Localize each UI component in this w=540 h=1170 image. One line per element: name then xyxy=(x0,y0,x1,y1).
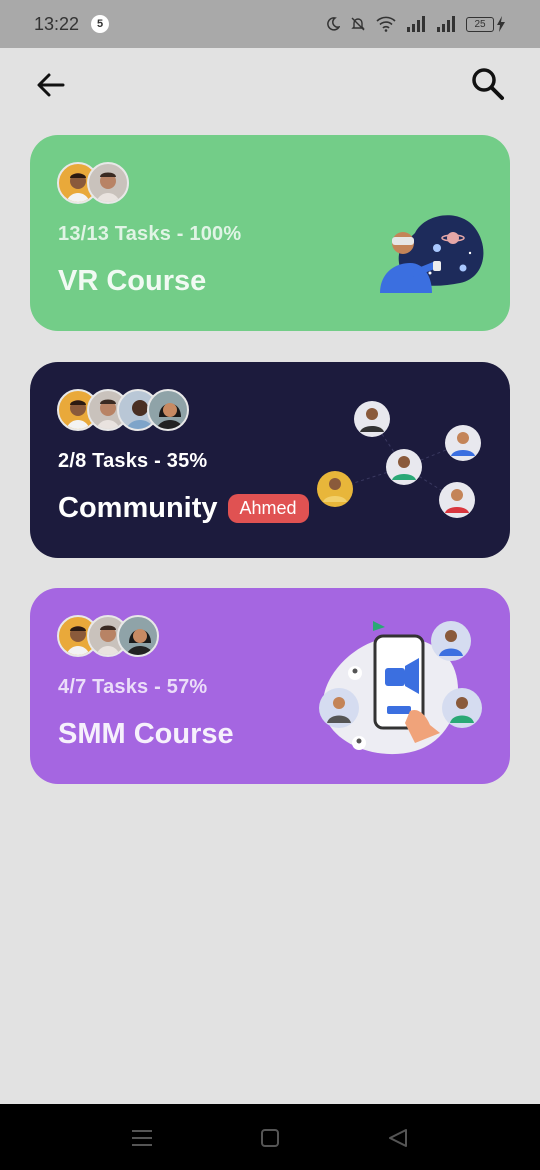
charging-icon xyxy=(497,16,505,32)
status-time: 13:22 xyxy=(34,13,80,34)
search-icon xyxy=(472,68,504,100)
battery-level: 25 xyxy=(466,16,494,32)
avatar xyxy=(87,162,129,204)
battery-indicator: 25 xyxy=(466,16,506,32)
home-button[interactable] xyxy=(258,1126,282,1150)
square-icon xyxy=(261,1129,279,1147)
vr-illustration xyxy=(380,215,484,293)
title-row: VR Course xyxy=(58,265,206,298)
avatar xyxy=(147,389,189,431)
back-nav-button[interactable] xyxy=(386,1126,410,1150)
triangle-back-icon xyxy=(389,1129,407,1147)
course-card-vr[interactable]: 13/13 Tasks - 100% VR Course xyxy=(30,135,510,331)
menu-icon xyxy=(132,1130,152,1146)
member-avatars xyxy=(57,389,189,431)
recent-apps-button[interactable] xyxy=(130,1126,154,1150)
system-navigation-bar xyxy=(0,1104,540,1170)
member-avatars xyxy=(57,615,159,657)
course-card-smm[interactable]: 4/7 Tasks - 57% SMM Course xyxy=(30,588,510,784)
member-avatars xyxy=(57,162,129,204)
task-progress: 2/8 Tasks - 35% xyxy=(58,450,208,472)
task-progress: 4/7 Tasks - 57% xyxy=(58,676,208,698)
notification-count-badge: 5 xyxy=(91,15,110,33)
status-right: 25 xyxy=(326,16,506,32)
course-title: Community xyxy=(58,492,218,524)
search-button[interactable] xyxy=(470,66,506,102)
course-title: SMM Course xyxy=(58,718,234,750)
title-row: SMM Course xyxy=(58,718,234,751)
community-network-illustration xyxy=(317,401,481,518)
arrow-left-icon xyxy=(37,73,65,97)
course-card-community[interactable]: 2/8 Tasks - 35% Community Ahmed xyxy=(30,362,510,558)
back-button[interactable] xyxy=(34,68,68,102)
status-bar: 13:22 5 25 xyxy=(0,0,540,48)
top-app-bar xyxy=(0,48,540,120)
assignee-tag: Ahmed xyxy=(227,494,309,523)
smm-marketing-illustration xyxy=(319,621,482,755)
course-title: VR Course xyxy=(58,265,207,297)
signal-icon-2 xyxy=(437,16,455,32)
moon-icon xyxy=(327,17,340,31)
status-left: 13:22 5 xyxy=(34,13,110,35)
bell-muted-icon xyxy=(351,17,365,31)
task-progress: 13/13 Tasks - 100% xyxy=(58,223,242,245)
avatar xyxy=(117,615,159,657)
wifi-icon xyxy=(376,16,396,32)
title-row: Community Ahmed xyxy=(58,492,309,525)
signal-icon xyxy=(407,16,425,32)
